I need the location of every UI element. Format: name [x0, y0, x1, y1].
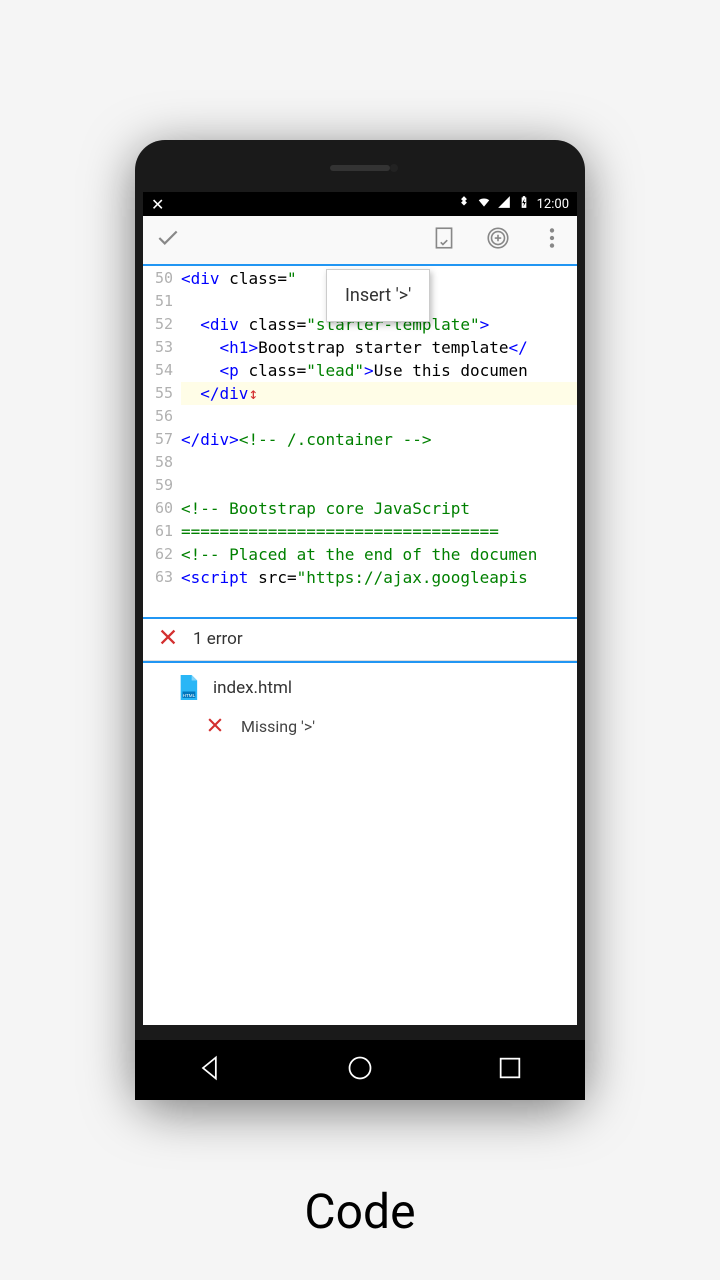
line-gutter: 50 51 52 53 54 55 56 57 58 59 60 61 62 6…	[143, 266, 179, 589]
file-row[interactable]: HTML index.html	[177, 675, 577, 701]
file-name: index.html	[213, 678, 292, 698]
error-summary-bar[interactable]: 1 error	[143, 617, 577, 661]
code-line[interactable]: <!-- Bootstrap core JavaScript	[181, 497, 577, 520]
line-number: 52	[143, 313, 173, 336]
line-number: 59	[143, 474, 173, 497]
back-button[interactable]	[196, 1054, 224, 1086]
html-file-icon: HTML	[177, 675, 199, 701]
error-item[interactable]: Missing '>'	[177, 715, 577, 739]
code-line[interactable]: <p class="lead">Use this documen	[181, 359, 577, 382]
line-number: 54	[143, 359, 173, 382]
code-line[interactable]	[181, 474, 577, 497]
code-line[interactable]	[181, 405, 577, 428]
code-line[interactable]: </div><!-- /.container -->	[181, 428, 577, 451]
add-circle-icon[interactable]	[485, 225, 511, 255]
line-number: 60	[143, 497, 173, 520]
problems-panel: HTML index.html Missing '>'	[143, 661, 577, 1026]
app-toolbar	[143, 216, 577, 266]
battery-icon	[517, 195, 531, 213]
error-message: Missing '>'	[241, 717, 315, 736]
line-number: 58	[143, 451, 173, 474]
line-number: 56	[143, 405, 173, 428]
phone-frame: ✕ 12:00	[135, 140, 585, 1100]
phone-speaker	[330, 165, 390, 171]
error-x-icon	[205, 715, 225, 739]
bluetooth-icon	[457, 195, 471, 213]
toolbar-actions	[431, 225, 565, 255]
line-number: 53	[143, 336, 173, 359]
home-button[interactable]	[346, 1054, 374, 1086]
quickfix-tooltip[interactable]: Insert '>'	[326, 269, 430, 322]
wifi-icon	[477, 195, 491, 213]
code-line[interactable]: <!-- Placed at the end of the documen	[181, 543, 577, 566]
clock-time: 12:00	[537, 197, 569, 212]
code-line[interactable]: <h1>Bootstrap starter template</	[181, 336, 577, 359]
svg-text:HTML: HTML	[183, 692, 196, 697]
document-check-icon[interactable]	[431, 225, 457, 255]
error-x-icon	[157, 626, 179, 653]
android-status-bar: ✕ 12:00	[143, 192, 577, 216]
code-line[interactable]: <script src="https://ajax.googleapis	[181, 566, 577, 589]
line-number: 63	[143, 566, 173, 589]
android-nav-bar	[135, 1040, 585, 1100]
signal-icon	[497, 195, 511, 213]
recents-button[interactable]	[496, 1054, 524, 1086]
line-number: 55	[143, 382, 173, 405]
phone-screen: ✕ 12:00	[143, 192, 577, 1025]
code-line[interactable]: =================================	[181, 520, 577, 543]
code-line-active[interactable]: </div↕	[181, 382, 577, 405]
overflow-menu-icon[interactable]	[539, 225, 565, 255]
error-count: 1 error	[193, 629, 243, 649]
line-number: 62	[143, 543, 173, 566]
status-right: 12:00	[457, 195, 569, 213]
line-number: 57	[143, 428, 173, 451]
close-icon[interactable]: ✕	[151, 195, 164, 214]
line-number: 50	[143, 267, 173, 290]
line-number: 61	[143, 520, 173, 543]
phone-camera	[390, 164, 398, 172]
confirm-button[interactable]	[155, 225, 181, 255]
error-marker: ↕	[248, 382, 258, 405]
page-caption: Code	[0, 1183, 720, 1240]
code-editor[interactable]: Insert '>' 50 51 52 53 54 55 56 57 58 59…	[143, 266, 577, 617]
line-number: 51	[143, 290, 173, 313]
status-left: ✕	[151, 195, 178, 214]
code-line[interactable]	[181, 451, 577, 474]
